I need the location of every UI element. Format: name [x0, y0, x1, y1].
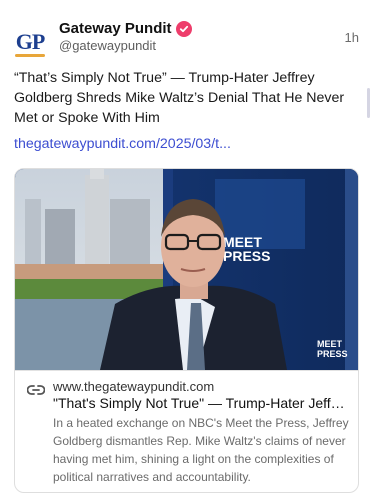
post-link[interactable]: thegatewaypundit.com/2025/03/t... — [14, 136, 231, 152]
author-name[interactable]: Gateway Pundit — [59, 20, 172, 37]
card-domain[interactable]: www.thegatewaypundit.com — [53, 379, 214, 394]
link-preview-card[interactable]: MEET PRESS MEET PRESS www.thegatewaypund… — [14, 168, 359, 493]
svg-text:PRESS: PRESS — [317, 349, 348, 359]
avatar-swoosh — [15, 54, 45, 57]
post: GP Gateway Pundit @gatewaypundit 1h “Tha… — [0, 0, 373, 500]
scrollbar[interactable] — [367, 88, 370, 118]
verified-badge-icon — [175, 20, 192, 37]
avatar-logo: GP — [15, 29, 46, 54]
post-time[interactable]: 1h — [345, 30, 359, 45]
link-icon — [26, 383, 46, 395]
svg-text:MEET: MEET — [317, 339, 343, 349]
avatar[interactable]: GP — [12, 24, 48, 60]
svg-text:PRESS: PRESS — [223, 248, 270, 264]
card-thumbnail[interactable]: MEET PRESS MEET PRESS — [15, 169, 358, 370]
card-divider — [15, 370, 358, 371]
author-name-row[interactable]: Gateway Pundit — [59, 20, 192, 37]
card-description: In a heated exchange on NBC's Meet the P… — [53, 416, 349, 484]
card-title[interactable]: "That's Simply Not True" — Trump-Hater J… — [53, 395, 349, 411]
post-text: “That’s Simply Not True” — Trump-Hater J… — [14, 70, 345, 126]
author-handle[interactable]: @gatewaypundit — [59, 38, 156, 53]
